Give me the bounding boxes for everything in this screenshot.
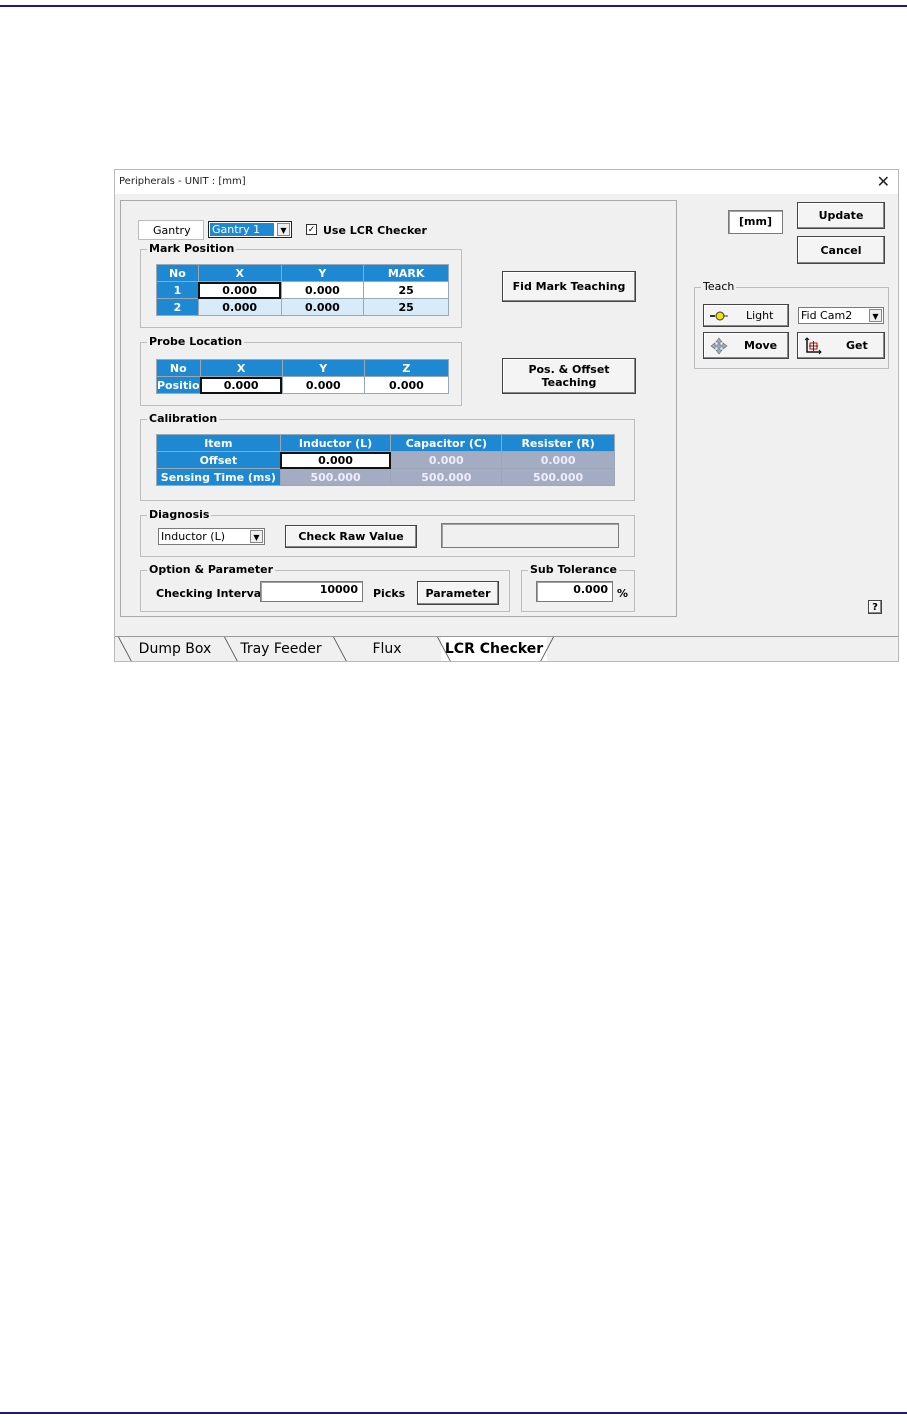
col-header-resister: Resister (R) [501,434,615,452]
title-bar: Peripherals - UNIT : [mm] ✕ [115,170,898,194]
get-label: Get [846,339,868,352]
cell-z[interactable]: 0.000 [363,376,450,394]
diagnosis-select[interactable]: Inductor (L) ▼ [158,528,265,545]
cell-resister: 500.000 [501,468,615,486]
gantry-select[interactable]: Gantry 1 ▼ [208,221,292,238]
probe-location-title: Probe Location [147,335,245,348]
pos-offset-teaching-button[interactable]: Pos. & Offset Teaching [502,358,636,394]
light-label: Light [746,309,774,322]
col-header-mark: MARK [363,264,449,282]
checking-interval-input[interactable]: 10000 [260,581,363,602]
move-label: Move [744,339,778,352]
col-header-no: No [156,264,199,282]
cell-y[interactable]: 0.000 [280,281,365,299]
cell-inductor[interactable]: 0.000 [279,451,392,469]
move-arrows-icon [710,337,728,355]
percent-label: % [617,587,629,600]
col-header-x: X [197,264,282,282]
tab-dump-box[interactable]: Dump Box [125,637,225,661]
cell-x[interactable]: 0.000 [197,281,282,299]
calibration-title: Calibration [147,412,220,425]
check-raw-value-button[interactable]: Check Raw Value [285,525,417,548]
cell-mark[interactable]: 25 [363,281,449,299]
col-header-item: Item [156,434,281,452]
table-row: 2 0.000 0.000 25 [156,298,449,316]
cell-x[interactable]: 0.000 [199,376,283,394]
use-lcr-checkbox[interactable]: ✓ [306,224,317,235]
tab-bar: Dump Box Tray Feeder Flux LCR Checker [115,636,898,661]
cell-capacitor: 500.000 [390,468,503,486]
option-parameter-title: Option & Parameter [147,563,275,576]
cell-resister: 0.000 [501,451,615,469]
page-top-rule [0,5,907,7]
use-lcr-label: Use LCR Checker [323,224,427,237]
col-header-y: Y [281,359,365,377]
diagnosis-select-value: Inductor (L) [161,530,225,543]
picks-label: Picks [373,587,406,600]
table-row: 1 0.000 0.000 25 [156,281,449,299]
sub-tolerance-input[interactable]: 0.000 [536,581,613,602]
light-button[interactable]: Light [703,304,789,327]
tab-tray-feeder[interactable]: Tray Feeder [227,637,335,661]
parameter-button[interactable]: Parameter [417,581,499,605]
window-title: Peripherals - UNIT : [mm] [119,176,246,187]
help-button[interactable]: ? [868,600,882,614]
col-header-no: No [156,359,201,377]
row-item: Offset [156,451,281,469]
cell-inductor: 500.000 [279,468,392,486]
peripherals-window: Peripherals - UNIT : [mm] ✕ Gantry Gantr… [114,169,899,662]
row-item: Sensing Time (ms) [156,468,281,486]
col-header-z: Z [363,359,450,377]
cell-y[interactable]: 0.000 [280,298,365,316]
light-icon [710,311,728,321]
col-header-capacitor: Capacitor (C) [390,434,503,452]
chevron-down-icon: ▼ [277,223,290,236]
gantry-label: Gantry [138,220,204,240]
cell-capacitor: 0.000 [390,451,503,469]
table-row: Sensing Time (ms) 500.000 500.000 500.00… [156,468,615,486]
col-header-inductor: Inductor (L) [279,434,392,452]
row-no: Positio [156,376,201,394]
get-button[interactable]: Get [797,332,885,359]
calibration-table: Item Inductor (L) Capacitor (C) Resister… [156,434,615,486]
mark-position-title: Mark Position [147,242,237,255]
row-no: 2 [156,298,199,316]
unit-display: [mm] [728,210,783,234]
cell-y[interactable]: 0.000 [281,376,365,394]
col-header-x: X [199,359,283,377]
camera-select-value: Fid Cam2 [801,309,853,322]
row-no: 1 [156,281,199,299]
page-bottom-rule [0,1412,907,1414]
update-button[interactable]: Update [797,202,885,229]
chevron-down-icon: ▼ [869,309,882,322]
cell-x[interactable]: 0.000 [197,298,282,316]
checking-interval-label: Checking Interval [156,587,265,600]
camera-select[interactable]: Fid Cam2 ▼ [798,307,884,324]
sub-tolerance-title: Sub Tolerance [528,563,619,576]
get-coordinates-icon [804,336,822,355]
col-header-y: Y [280,264,365,282]
table-row: Positio 0.000 0.000 0.000 [156,376,450,394]
cell-mark[interactable]: 25 [363,298,449,316]
teach-title: Teach [701,280,737,293]
main-panel: Gantry Gantry 1 ▼ ✓ Use LCR Checker Mark… [120,200,677,617]
gantry-select-value: Gantry 1 [210,223,275,236]
mark-position-table: No X Y MARK 1 0.000 0.000 25 2 0.000 0.0… [156,264,449,316]
diagnosis-title: Diagnosis [147,508,212,521]
probe-location-table: No X Y Z Positio 0.000 0.000 0.000 [156,359,450,394]
close-icon[interactable]: ✕ [877,172,890,191]
tab-lcr-checker[interactable]: LCR Checker [441,637,547,661]
tab-flux[interactable]: Flux [337,637,437,661]
move-button[interactable]: Move [703,332,789,359]
chevron-down-icon: ▼ [250,530,263,543]
fid-mark-teaching-button[interactable]: Fid Mark Teaching [502,271,636,302]
cancel-button[interactable]: Cancel [797,236,885,264]
raw-value-field [441,523,619,548]
table-row: Offset 0.000 0.000 0.000 [156,451,615,469]
